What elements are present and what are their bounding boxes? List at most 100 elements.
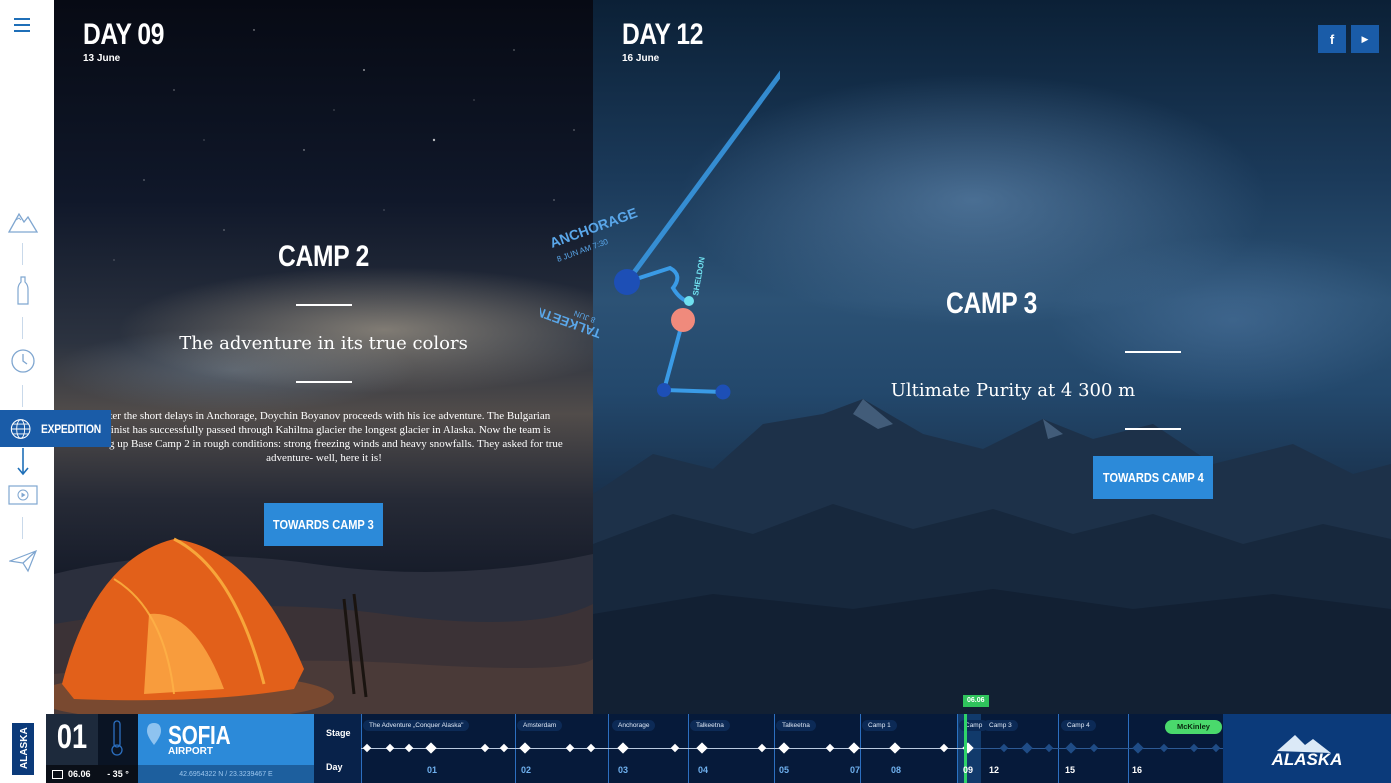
rail-divider	[22, 243, 23, 265]
divider-line	[1125, 351, 1181, 353]
logo-text: ALASKA	[1271, 750, 1343, 769]
camp-title: CAMP 2	[277, 240, 370, 273]
timeline-node-future[interactable]	[1021, 742, 1033, 754]
day-label[interactable]: 03	[618, 765, 628, 775]
expedition-label: EXPEDITION	[41, 421, 102, 436]
location-panel: SOFIA AIRPORT 42.6954322 N / 23.3239467 …	[138, 714, 314, 783]
expedition-tab[interactable]: EXPEDITION	[0, 410, 111, 447]
camp-description: After the short delays in Anchorage, Doy…	[85, 410, 563, 464]
day-counter-date-row: 06.06	[46, 765, 98, 783]
camp-title: CAMP 3	[946, 287, 1038, 320]
mountain-icon[interactable]	[8, 206, 38, 236]
timeline-node[interactable]	[778, 742, 790, 754]
timeline-node[interactable]	[670, 743, 680, 753]
day-label[interactable]: 04	[698, 765, 708, 775]
day-title: DAY 12	[622, 18, 703, 51]
timeline-node[interactable]	[696, 742, 708, 754]
timeline-bar: ALASKA 01 06.06 - 35 ° SOFIA AIRPORT 42.…	[0, 695, 1391, 783]
timeline-node[interactable]	[404, 743, 414, 753]
youtube-icon: ▶	[1361, 33, 1369, 44]
timeline-node-future[interactable]	[1189, 743, 1199, 753]
location-city: SOFIA	[168, 720, 231, 750]
timeline-node[interactable]	[565, 743, 575, 753]
towards-camp-4-button[interactable]: TOWARDS CAMP 4	[1093, 456, 1213, 499]
rail-divider	[22, 517, 23, 539]
timeline-node[interactable]	[825, 743, 835, 753]
timeline-node[interactable]	[617, 742, 629, 754]
day-counter: 01 06.06	[46, 714, 98, 783]
divider-line	[296, 304, 352, 306]
calendar-icon	[52, 770, 63, 779]
stage-pill[interactable]: Camp 4	[1061, 720, 1096, 731]
alaska-logo-small[interactable]: ALASKA	[0, 714, 46, 783]
map-pin-icon	[147, 723, 161, 745]
towards-camp-3-button[interactable]: TOWARDS CAMP 3	[264, 503, 383, 546]
timeline-node[interactable]	[519, 742, 531, 754]
video-icon[interactable]	[8, 480, 38, 510]
day-label[interactable]: 05	[779, 765, 789, 775]
timeline-node-future[interactable]	[1065, 742, 1077, 754]
paper-plane-icon[interactable]	[8, 546, 38, 576]
current-date-tag: 06.06	[963, 695, 989, 707]
timeline-track	[361, 748, 971, 749]
timeline-node-future[interactable]	[1159, 743, 1169, 753]
stage-pill[interactable]: Camp 1	[862, 720, 897, 731]
day-label[interactable]: 02	[521, 765, 531, 775]
divider-line	[296, 381, 352, 383]
nav-rail	[0, 0, 54, 714]
timeline-node[interactable]	[757, 743, 767, 753]
stage-pill[interactable]: Talkeetna	[690, 720, 730, 731]
rail-divider	[22, 385, 23, 407]
stage-pill[interactable]: Amsterdam	[517, 720, 563, 731]
timeline-node-future[interactable]	[1211, 743, 1221, 753]
mckinley-badge[interactable]: McKinley	[1165, 720, 1222, 734]
youtube-button[interactable]: ▶	[1351, 25, 1379, 53]
timeline-node-future[interactable]	[999, 743, 1009, 753]
rail-divider	[22, 317, 23, 339]
camp-3-panel: DAY 12 16 June CAMP 3 Ultimate Purity at…	[593, 0, 1391, 714]
stage-pill[interactable]: Camp 3	[983, 720, 1018, 731]
timeline-node-future[interactable]	[1044, 743, 1054, 753]
camp-subtitle: The adventure in its true colors	[179, 333, 468, 354]
timeline-node[interactable]	[499, 743, 509, 753]
alaska-logo[interactable]: ALASKA	[1223, 714, 1391, 783]
day-header: DAY 09 13 June	[83, 19, 182, 64]
temperature-panel: - 35 °	[98, 714, 138, 783]
facebook-button[interactable]: f	[1318, 25, 1346, 53]
timeline-node[interactable]	[939, 743, 949, 753]
stage-pill[interactable]: Talkeetna	[776, 720, 816, 731]
day-label[interactable]: 12	[989, 765, 999, 775]
stage-row-label: Stage	[326, 728, 351, 738]
day-label[interactable]: 01	[427, 765, 437, 775]
day-label[interactable]: 08	[891, 765, 901, 775]
divider-line	[1125, 428, 1181, 430]
day-label-active[interactable]: 09	[963, 765, 973, 775]
timeline-node[interactable]	[848, 742, 860, 754]
clock-icon[interactable]	[8, 346, 38, 376]
timeline-node-future[interactable]	[1089, 743, 1099, 753]
timeline[interactable]: The Adventure „Conquer Alaska" Amsterdam…	[361, 695, 1223, 783]
stage-pill[interactable]: Anchorage	[612, 720, 656, 731]
location-subtitle: AIRPORT	[168, 746, 213, 757]
day-label[interactable]: 15	[1065, 765, 1075, 775]
thermometer-icon	[111, 720, 123, 756]
tent-illustration	[54, 537, 368, 714]
bottle-icon[interactable]	[8, 276, 38, 306]
day-label[interactable]: 07	[850, 765, 860, 775]
stage-pill[interactable]: The Adventure „Conquer Alaska"	[363, 720, 470, 731]
mountain-range	[593, 399, 1391, 714]
timeline-node[interactable]	[480, 743, 490, 753]
day-label[interactable]: 16	[1132, 765, 1142, 775]
timeline-node[interactable]	[385, 743, 395, 753]
facebook-icon: f	[1329, 31, 1335, 47]
timeline-node[interactable]	[362, 743, 372, 753]
globe-icon	[10, 418, 31, 439]
day-date: 16 June	[622, 52, 660, 64]
menu-icon[interactable]	[14, 18, 30, 32]
logo-small-text: ALASKA	[19, 727, 30, 769]
timeline-node[interactable]	[586, 743, 596, 753]
timeline-node[interactable]	[889, 742, 901, 754]
timeline-node-future[interactable]	[1132, 742, 1144, 754]
timeline-node[interactable]	[425, 742, 437, 754]
day-date: 13 June	[83, 52, 121, 64]
